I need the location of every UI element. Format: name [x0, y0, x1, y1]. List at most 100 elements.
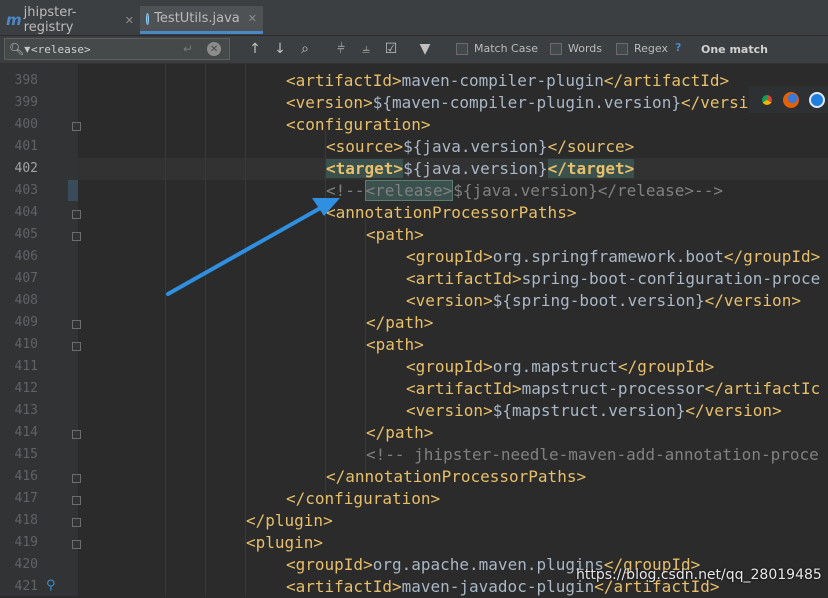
line-number: 413: [14, 403, 38, 418]
xml-comment: <!-- jhipster-needle-maven-add-annotatio…: [366, 445, 819, 464]
words-checkbox[interactable]: Words: [550, 42, 602, 55]
xml-comment: ${java.version}</release>-->: [453, 181, 723, 200]
xml-tag: <path>: [366, 225, 424, 244]
line-number: 418: [14, 513, 38, 528]
match-case-label: Match Case: [474, 42, 538, 55]
code-line-413: <version>${mapstruct.version}</version>: [406, 400, 782, 422]
tab-jhipster-registry[interactable]: m jhipster-registry ✕: [0, 5, 140, 35]
xml-tag: <plugin>: [246, 533, 324, 552]
code-line-418: </plugin>: [246, 510, 333, 532]
code-line-408: <version>${spring-boot.version}</version…: [406, 290, 801, 312]
new-line-icon[interactable]: ↵: [183, 42, 193, 56]
current-line-number: 402: [14, 161, 38, 176]
code-line-417: </configuration>: [286, 488, 440, 510]
firefox-icon[interactable]: [783, 92, 799, 108]
matched-tag: </target>: [547, 159, 635, 178]
code-line-412: <artifactId>mapstruct-processor</artifac…: [406, 378, 820, 400]
chrome-icon[interactable]: [759, 92, 775, 108]
xml-tag: </version>: [685, 401, 782, 420]
xml-tag: <artifactId>: [406, 379, 522, 398]
xml-tag: </plugin>: [246, 511, 333, 530]
line-number: 419: [14, 535, 38, 550]
find-all-icon[interactable]: ⌕: [294, 39, 316, 59]
xml-comment: <!--: [326, 181, 365, 200]
code-line-411: <groupId>org.mapstruct</groupId>: [406, 356, 714, 378]
search-field[interactable]: 🔍︎▾ ↵ ✕: [4, 38, 230, 60]
tab-testutils[interactable]: TestUtils.java ✕: [140, 6, 263, 34]
xml-tag: <artifactId>: [286, 577, 402, 596]
match-count: One match: [701, 43, 768, 56]
line-number: 408: [14, 293, 38, 308]
line-number: 416: [14, 469, 38, 484]
xml-tag: </groupId>: [723, 247, 821, 266]
line-number: 401: [14, 139, 38, 154]
clear-search-icon[interactable]: ✕: [207, 42, 222, 56]
filter-icon[interactable]: ▼: [414, 39, 436, 59]
code-line-406: <groupId>org.springframework.boot</group…: [406, 246, 820, 268]
xml-tag: </version>: [704, 291, 801, 310]
line-number-gutter[interactable]: 398 399 400 401 402 403 404 405 406 407 …: [0, 64, 81, 596]
next-occurrence-icon[interactable]: ↓: [269, 39, 291, 59]
line-number: 412: [14, 381, 38, 396]
code-line-416: </annotationProcessorPaths>: [326, 466, 586, 488]
xml-text: ${java.version}: [403, 159, 548, 178]
line-number: 405: [14, 227, 38, 242]
checkbox-box[interactable]: [616, 42, 628, 55]
add-occurrence-icon[interactable]: ⫩: [330, 39, 352, 59]
previous-occurrence-icon[interactable]: ↑: [244, 39, 266, 59]
search-history-icon[interactable]: 🔍︎▾: [9, 42, 31, 56]
browser-preview-bar: [749, 86, 828, 113]
xml-text: ${spring-boot.version}: [492, 291, 705, 310]
tab-label: TestUtils.java: [154, 11, 240, 26]
select-all-occurrences-icon[interactable]: ☑: [380, 39, 402, 59]
line-number: 410: [14, 337, 38, 352]
xml-text: maven-javadoc-plugin: [401, 577, 595, 596]
xml-tag: </groupId>: [617, 357, 715, 376]
code-line-405: <path>: [366, 224, 424, 246]
xml-tag: <version>: [286, 93, 373, 112]
xml-tag: <source>: [326, 137, 404, 156]
search-input[interactable]: [31, 42, 181, 56]
line-number: 409: [14, 315, 38, 330]
checkbox-box[interactable]: [456, 42, 468, 55]
line-number: 403: [14, 183, 38, 198]
regex-checkbox[interactable]: Regex: [616, 42, 668, 55]
xml-tag: </artifactIc: [704, 379, 821, 398]
xml-text: org.apache.maven.plugins: [372, 555, 604, 574]
xml-text: mapstruct-processor: [521, 379, 705, 398]
remove-occurrence-icon[interactable]: ⫨: [355, 39, 377, 59]
xml-text: ${maven-compiler-plugin.version}: [372, 93, 681, 112]
close-icon[interactable]: ✕: [125, 14, 134, 27]
xml-tag: </source>: [547, 137, 635, 156]
xml-tag: <configuration>: [286, 115, 431, 134]
line-number: 406: [14, 249, 38, 264]
breakpoint-bulb-icon[interactable]: ⚲: [46, 578, 58, 594]
xml-text: org.springframework.boot: [492, 247, 724, 266]
maven-module-icon: m: [6, 11, 22, 29]
xml-tag: <version>: [406, 291, 493, 310]
code-line-401: <source>${java.version}</source>: [326, 136, 634, 158]
code-line-404: <annotationProcessorPaths>: [326, 202, 576, 224]
close-icon[interactable]: ✕: [248, 12, 257, 25]
xml-text: ${java.version}: [403, 137, 548, 156]
line-number: 411: [14, 359, 38, 374]
regex-help-link[interactable]: ?: [675, 41, 681, 54]
search-match-highlight: <release>: [364, 180, 454, 201]
matched-tag: <target>: [326, 159, 404, 178]
safari-icon[interactable]: [809, 92, 825, 108]
xml-tag: </artifactId>: [603, 71, 730, 90]
xml-tag: </path>: [366, 313, 434, 332]
java-class-icon: [146, 12, 150, 25]
words-label: Words: [568, 42, 603, 55]
checkbox-box[interactable]: [550, 42, 562, 55]
regex-label: Regex: [634, 42, 668, 55]
xml-tag: <annotationProcessorPaths>: [326, 203, 577, 222]
line-number: 399: [14, 95, 38, 110]
code-line-415: <!-- jhipster-needle-maven-add-annotatio…: [366, 444, 819, 466]
watermark-text: https://blog.csdn.net/qq_28019485: [576, 567, 822, 583]
match-case-checkbox[interactable]: Match Case: [456, 42, 538, 55]
xml-tag: <artifactId>: [406, 269, 522, 288]
code-editor[interactable]: <artifactId>maven-compiler-plugin</artif…: [78, 64, 828, 596]
code-line-407: <artifactId>spring-boot-configuration-pr…: [406, 268, 820, 290]
changed-line-marker: [68, 180, 78, 201]
